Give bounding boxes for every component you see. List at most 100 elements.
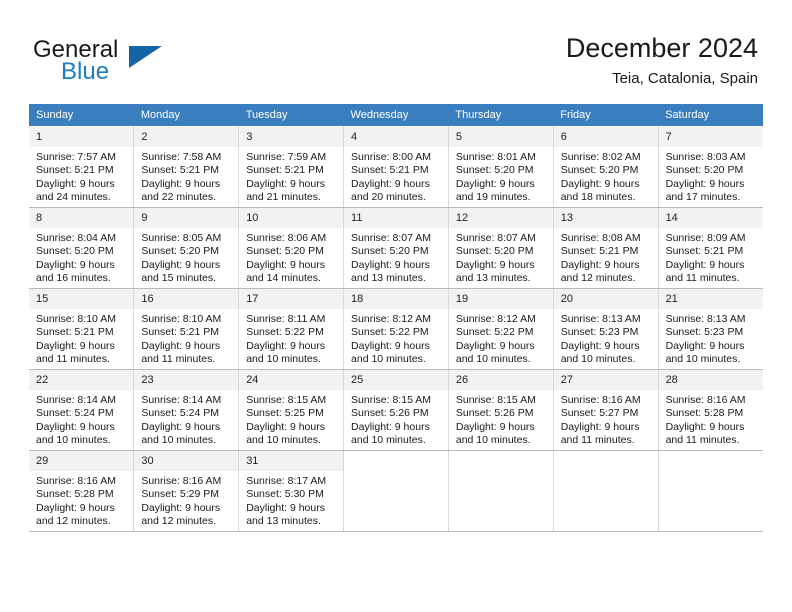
day-daylight1-text: Daylight: 9 hours <box>351 339 430 352</box>
calendar-day-cell[interactable]: 4 Sunrise: 8:00 AM Sunset: 5:21 PM Daylight… <box>343 126 449 208</box>
day-sunset-text: Sunset: 5:26 PM <box>455 407 534 420</box>
calendar-day-cell[interactable]: 21 Sunrise: 8:13 AM Sunset: 5:23 PM Dayligh… <box>658 288 763 370</box>
calendar-day-cell[interactable]: 24 Sunrise: 8:15 AM Sunset: 5:25 PM Dayligh… <box>238 369 345 451</box>
day-number: 1 <box>29 127 134 147</box>
calendar-day-cell[interactable]: 1 Sunrise: 7:57 AM Sunset: 5:21 PM Daylight… <box>29 126 135 208</box>
day-daylight2-text: and 10 minutes. <box>665 353 741 366</box>
day-number: 23 <box>134 370 239 390</box>
day-details <box>449 471 553 475</box>
day-daylight1-text: Daylight: 9 hours <box>455 339 535 352</box>
day-sunset-text: Sunset: 5:21 PM <box>141 326 219 339</box>
calendar-body: 1 Sunrise: 7:57 AM Sunset: 5:21 PM Daylight… <box>29 126 763 532</box>
day-daylight1-text: Daylight: 9 hours <box>246 177 325 190</box>
calendar-day-cell[interactable]: 2 Sunrise: 7:58 AM Sunset: 5:21 PM Daylight… <box>133 126 240 208</box>
day-details: Sunrise: 8:14 AM Sunset: 5:24 PM Daylight:… <box>29 390 133 448</box>
day-sunrise-text: Sunrise: 8:16 AM <box>141 475 222 487</box>
calendar-day-cell[interactable]: 12 Sunrise: 8:07 AM Sunset: 5:20 PM Dayligh… <box>448 207 554 289</box>
day-daylight1-text: Daylight: 9 hours <box>36 258 115 271</box>
day-daylight2-text: and 17 minutes. <box>665 191 741 204</box>
day-details: Sunrise: 8:17 AM Sunset: 5:30 PM Daylight:… <box>239 471 343 529</box>
day-sunrise-text: Sunrise: 8:12 AM <box>455 313 536 325</box>
day-number: 28 <box>658 370 763 390</box>
calendar-day-cell[interactable]: 30 Sunrise: 8:16 AM Sunset: 5:29 PM Dayligh… <box>133 450 240 532</box>
day-sunset-text: Sunset: 5:21 PM <box>246 164 324 177</box>
day-number: 21 <box>658 289 763 309</box>
calendar-day-cell[interactable]: 28 Sunrise: 8:16 AM Sunset: 5:28 PM Dayligh… <box>658 369 763 451</box>
day-daylight1-text: Daylight: 9 hours <box>455 177 535 190</box>
calendar-day-cell[interactable]: 8 Sunrise: 8:04 AM Sunset: 5:20 PM Daylight… <box>29 207 135 289</box>
calendar-day-cell[interactable]: 14 Sunrise: 8:09 AM Sunset: 5:21 PM Dayligh… <box>658 207 763 289</box>
day-details: Sunrise: 8:16 AM Sunset: 5:29 PM Daylight:… <box>134 471 238 529</box>
day-daylight1-text: Daylight: 9 hours <box>141 339 221 352</box>
day-daylight2-text: and 22 minutes. <box>141 191 217 204</box>
day-number: 12 <box>448 208 553 228</box>
day-daylight2-text: and 16 minutes. <box>36 272 111 285</box>
day-details: Sunrise: 8:15 AM Sunset: 5:26 PM Daylight:… <box>449 390 553 448</box>
calendar-day-cell[interactable]: 22 Sunrise: 8:14 AM Sunset: 5:24 PM Dayligh… <box>29 369 135 451</box>
day-daylight1-text: Daylight: 9 hours <box>665 177 745 190</box>
day-number: 27 <box>553 370 658 390</box>
calendar-day-cell[interactable]: 31 Sunrise: 8:17 AM Sunset: 5:30 PM Dayligh… <box>238 450 345 532</box>
calendar-day-cell[interactable]: 6 Sunrise: 8:02 AM Sunset: 5:20 PM Daylight… <box>553 126 659 208</box>
calendar-day-cell[interactable]: 26 Sunrise: 8:15 AM Sunset: 5:26 PM Dayligh… <box>448 369 554 451</box>
day-number: 6 <box>553 127 658 147</box>
calendar-day-cell[interactable]: 29 Sunrise: 8:16 AM Sunset: 5:28 PM Dayligh… <box>29 450 135 532</box>
calendar-day-cell[interactable]: 10 Sunrise: 8:06 AM Sunset: 5:20 PM Dayligh… <box>238 207 345 289</box>
day-sunset-text: Sunset: 5:26 PM <box>351 407 429 420</box>
day-sunset-text: Sunset: 5:23 PM <box>560 326 639 339</box>
day-daylight1-text: Daylight: 9 hours <box>141 501 221 514</box>
calendar-day-cell[interactable]: 5 Sunrise: 8:01 AM Sunset: 5:20 PM Daylight… <box>448 126 554 208</box>
day-number: 13 <box>553 208 658 228</box>
calendar-day-cell[interactable]: 23 Sunrise: 8:14 AM Sunset: 5:24 PM Dayligh… <box>133 369 240 451</box>
calendar-day-cell[interactable]: 27 Sunrise: 8:16 AM Sunset: 5:27 PM Dayligh… <box>553 369 659 451</box>
day-daylight1-text: Daylight: 9 hours <box>560 420 640 433</box>
calendar-day-cell[interactable]: 16 Sunrise: 8:10 AM Sunset: 5:21 PM Dayligh… <box>133 288 240 370</box>
day-daylight2-text: and 10 minutes. <box>246 434 321 447</box>
calendar-day-cell[interactable]: 17 Sunrise: 8:11 AM Sunset: 5:22 PM Dayligh… <box>238 288 345 370</box>
weekday-header-monday: Monday <box>133 104 239 127</box>
day-daylight1-text: Daylight: 9 hours <box>36 339 115 352</box>
calendar-week-row: 29 Sunrise: 8:16 AM Sunset: 5:28 PM Dayligh… <box>29 450 763 532</box>
day-number <box>553 451 658 471</box>
day-details: Sunrise: 8:15 AM Sunset: 5:25 PM Daylight:… <box>239 390 343 448</box>
general-blue-logo[interactable]: General Blue <box>33 36 203 88</box>
day-daylight2-text: and 10 minutes. <box>351 434 426 447</box>
day-number: 31 <box>239 451 344 471</box>
calendar-day-cell[interactable]: 9 Sunrise: 8:05 AM Sunset: 5:20 PM Daylight… <box>133 207 240 289</box>
weekday-header-thursday: Thursday <box>448 104 554 127</box>
calendar-day-cell[interactable]: 19 Sunrise: 8:12 AM Sunset: 5:22 PM Dayligh… <box>448 288 554 370</box>
day-sunrise-text: Sunrise: 8:15 AM <box>351 394 431 406</box>
day-daylight1-text: Daylight: 9 hours <box>455 420 535 433</box>
day-daylight1-text: Daylight: 9 hours <box>351 258 430 271</box>
day-details: Sunrise: 8:11 AM Sunset: 5:22 PM Daylight:… <box>239 309 343 367</box>
calendar-day-cell[interactable]: 11 Sunrise: 8:07 AM Sunset: 5:20 PM Dayligh… <box>343 207 449 289</box>
day-details: Sunrise: 8:06 AM Sunset: 5:20 PM Daylight:… <box>239 228 343 286</box>
calendar-day-cell[interactable]: 20 Sunrise: 8:13 AM Sunset: 5:23 PM Dayligh… <box>553 288 659 370</box>
day-details: Sunrise: 8:04 AM Sunset: 5:20 PM Daylight:… <box>29 228 133 286</box>
day-number: 4 <box>344 127 448 147</box>
calendar-day-cell[interactable]: 7 Sunrise: 8:03 AM Sunset: 5:20 PM Daylight… <box>658 126 763 208</box>
weekday-header-friday: Friday <box>553 104 659 127</box>
triangle-flag-icon <box>129 46 162 68</box>
calendar-day-cell[interactable]: 18 Sunrise: 8:12 AM Sunset: 5:22 PM Dayligh… <box>343 288 449 370</box>
day-sunset-text: Sunset: 5:23 PM <box>665 326 744 339</box>
day-daylight2-text: and 21 minutes. <box>246 191 321 204</box>
calendar-day-cell[interactable]: 25 Sunrise: 8:15 AM Sunset: 5:26 PM Dayligh… <box>343 369 449 451</box>
day-daylight1-text: Daylight: 9 hours <box>36 501 115 514</box>
day-sunset-text: Sunset: 5:20 PM <box>455 245 534 258</box>
day-daylight2-text: and 13 minutes. <box>455 272 531 285</box>
day-details: Sunrise: 7:58 AM Sunset: 5:21 PM Daylight:… <box>134 147 238 205</box>
calendar-week-row: 15 Sunrise: 8:10 AM Sunset: 5:21 PM Dayligh… <box>29 288 763 370</box>
day-number: 30 <box>134 451 239 471</box>
day-sunrise-text: Sunrise: 8:09 AM <box>665 232 746 244</box>
calendar-day-cell[interactable]: 15 Sunrise: 8:10 AM Sunset: 5:21 PM Dayligh… <box>29 288 135 370</box>
calendar-day-cell[interactable]: 13 Sunrise: 8:08 AM Sunset: 5:21 PM Dayligh… <box>553 207 659 289</box>
day-daylight1-text: Daylight: 9 hours <box>36 177 115 190</box>
day-daylight2-text: and 18 minutes. <box>560 191 636 204</box>
day-details: Sunrise: 8:02 AM Sunset: 5:20 PM Daylight:… <box>554 147 658 205</box>
day-sunrise-text: Sunrise: 7:58 AM <box>141 151 222 163</box>
day-daylight1-text: Daylight: 9 hours <box>560 339 640 352</box>
day-sunset-text: Sunset: 5:21 PM <box>141 164 219 177</box>
page-header: General Blue December 2024 Teia, Catalon… <box>0 0 792 103</box>
calendar-day-cell[interactable]: 3 Sunrise: 7:59 AM Sunset: 5:21 PM Daylight… <box>238 126 345 208</box>
